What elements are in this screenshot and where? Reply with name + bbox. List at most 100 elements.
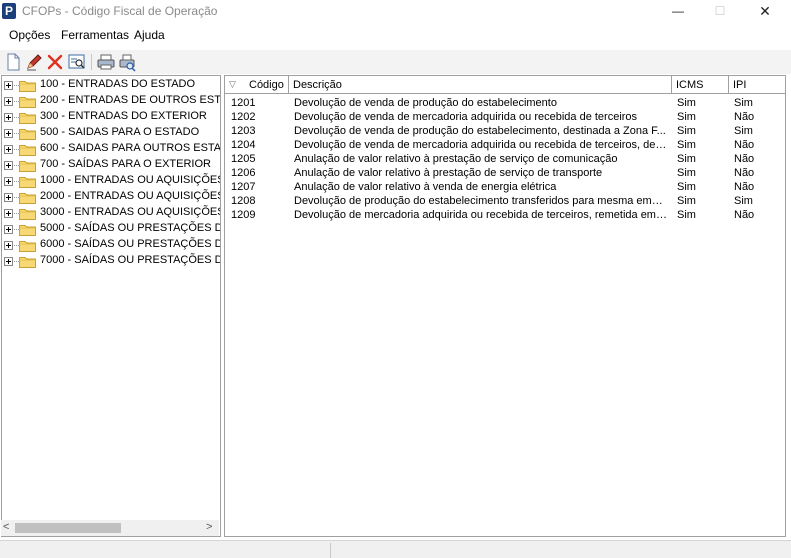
print-preview-icon[interactable] [117,52,137,72]
cell-codigo: 1209 [231,209,256,221]
expand-plus-icon[interactable] [4,193,13,202]
table-row[interactable]: 1204 Devolução de venda de mercadoria adq… [225,138,785,152]
cell-codigo: 1204 [231,139,256,151]
expand-plus-icon[interactable] [4,177,13,186]
tree-item[interactable]: 1000 - ENTRADAS OU AQUISIÇÕES DE [2,173,221,189]
table-row[interactable]: 1207 Anulação de valor relativo à venda d… [225,180,785,194]
expand-plus-icon[interactable] [4,225,13,234]
table-row[interactable]: 1201 Devolução de venda de produção do es… [225,96,785,110]
cell-codigo: 1207 [231,181,256,193]
new-document-icon[interactable] [3,52,23,72]
scroll-right-icon[interactable]: > [206,521,212,533]
folder-icon [19,79,36,92]
cell-icms: Sim [677,125,696,137]
column-header-icms[interactable]: ICMS [672,76,729,94]
tree-item[interactable]: 3000 - ENTRADAS OU AQUISIÇÕES DE [2,205,221,221]
column-header-ipi[interactable]: IPI [729,76,785,94]
cell-codigo: 1202 [231,111,256,123]
table-row[interactable]: 1205 Anulação de valor relativo à prestaç… [225,152,785,166]
tree-item-label: 7000 - SAÍDAS OU PRESTAÇÕES DE S [40,254,221,266]
folder-icon [19,143,36,156]
title-bar: P CFOPs - Código Fiscal de Operação — ☐ … [0,0,791,24]
tree-item[interactable]: 5000 - SAÍDAS OU PRESTAÇÕES DE S [2,221,220,237]
close-button[interactable]: ✕ [742,0,788,22]
table-row[interactable]: 1202 Devolução de venda de mercadoria adq… [225,110,785,124]
column-header-descricao[interactable]: Descrição [289,76,672,94]
cell-ipi: Não [734,111,755,123]
tree-item[interactable]: 200 - ENTRADAS DE OUTROS ESTADOS [2,93,220,109]
tree-item-label: 600 - SAIDAS PARA OUTROS ESTADOS [40,142,221,154]
tree-item[interactable]: 700 - SAÍDAS PARA O EXTERIOR [2,157,220,173]
folder-icon [19,95,36,108]
cell-descricao: Anulação de valor relativo à venda de en… [294,181,557,193]
minimize-button[interactable]: — [655,0,701,22]
folder-icon [19,159,36,172]
table-row[interactable]: 1203 Devolução de venda de produção do es… [225,124,785,138]
cell-ipi: Sim [734,195,753,207]
tree-item-label: 700 - SAÍDAS PARA O EXTERIOR [40,158,211,170]
tree-item[interactable]: 300 - ENTRADAS DO EXTERIOR [2,109,220,125]
cell-descricao: Devolução de venda de mercadoria adquiri… [294,111,638,123]
expand-plus-icon[interactable] [4,209,13,218]
scrollbar-thumb[interactable] [15,523,121,533]
tree-item[interactable]: 600 - SAIDAS PARA OUTROS ESTADOS [2,141,221,157]
tree-item[interactable]: 500 - SAIDAS PARA O ESTADO [2,125,220,141]
menu-ajuda[interactable]: Ajuda [134,28,165,42]
cell-descricao: Devolução de venda de produção do estabe… [294,125,666,137]
tree-item-label: 2000 - ENTRADAS OU AQUISIÇÕES DE [40,190,221,202]
table-row[interactable]: 1206 Anulação de valor relativo à prestaç… [225,166,785,180]
cell-ipi: Sim [734,125,753,137]
cfop-group-tree[interactable]: 100 - ENTRADAS DO ESTADO 200 - ENTRADAS D… [1,75,221,537]
expand-plus-icon[interactable] [4,257,13,266]
expand-plus-icon[interactable] [4,97,13,106]
window-title: CFOPs - Código Fiscal de Operação [22,4,218,18]
app-logo-icon: P [2,3,16,19]
menu-opcoes[interactable]: Opções [9,28,50,42]
tree-item[interactable]: 100 - ENTRADAS DO ESTADO [2,77,220,93]
expand-plus-icon[interactable] [4,161,13,170]
edit-pencil-icon[interactable] [24,52,44,72]
tree-item-label: 3000 - ENTRADAS OU AQUISIÇÕES DE [40,206,221,218]
cell-codigo: 1205 [231,153,256,165]
tree-item[interactable]: 7000 - SAÍDAS OU PRESTAÇÕES DE S [2,253,221,269]
print-icon[interactable] [96,52,116,72]
tree-horizontal-scrollbar[interactable]: < > [1,520,219,536]
tree-item-label: 1000 - ENTRADAS OU AQUISIÇÕES DE [40,174,221,186]
column-header-codigo[interactable]: ▽ Código [225,76,289,94]
cell-descricao: Devolução de venda de produção do estabe… [294,97,557,109]
search-view-icon[interactable] [67,52,87,72]
cell-codigo: 1206 [231,167,256,179]
expand-plus-icon[interactable] [4,241,13,250]
cell-icms: Sim [677,139,696,151]
menu-ferramentas[interactable]: Ferramentas [61,28,129,42]
scroll-left-icon[interactable]: < [3,521,9,533]
tree-item[interactable]: 2000 - ENTRADAS OU AQUISIÇÕES DE [2,189,221,205]
cell-icms: Sim [677,181,696,193]
maximize-button[interactable]: ☐ [697,0,743,22]
tree-item-label: 100 - ENTRADAS DO ESTADO [40,78,196,90]
cell-codigo: 1203 [231,125,256,137]
expand-plus-icon[interactable] [4,129,13,138]
grid-header: ▽ Código Descrição ICMS IPI [225,76,785,94]
cell-icms: Sim [677,167,696,179]
cell-codigo: 1208 [231,195,256,207]
table-row[interactable]: 1208 Devolução de produção do estabelecim… [225,194,785,208]
expand-plus-icon[interactable] [4,113,13,122]
sort-indicator-icon: ▽ [229,79,236,89]
delete-x-icon[interactable] [45,52,65,72]
toolbar-separator [91,54,92,70]
cfop-grid: ▽ Código Descrição ICMS IPI 1201 Devoluçã… [224,75,786,537]
folder-icon [19,127,36,140]
cell-ipi: Não [734,209,755,221]
cell-codigo: 1201 [231,97,256,109]
expand-plus-icon[interactable] [4,145,13,154]
menu-bar: Opções Ferramentas Ajuda [0,26,791,46]
cell-ipi: Não [734,153,755,165]
cell-icms: Sim [677,153,696,165]
table-row[interactable]: 1209 Devolução de mercadoria adquirida ou… [225,208,785,222]
folder-icon [19,207,36,220]
tree-item[interactable]: 6000 - SAÍDAS OU PRESTAÇÕES DE S [2,237,220,253]
expand-plus-icon[interactable] [4,81,13,90]
tree-item-label: 300 - ENTRADAS DO EXTERIOR [40,110,207,122]
cell-icms: Sim [677,195,696,207]
